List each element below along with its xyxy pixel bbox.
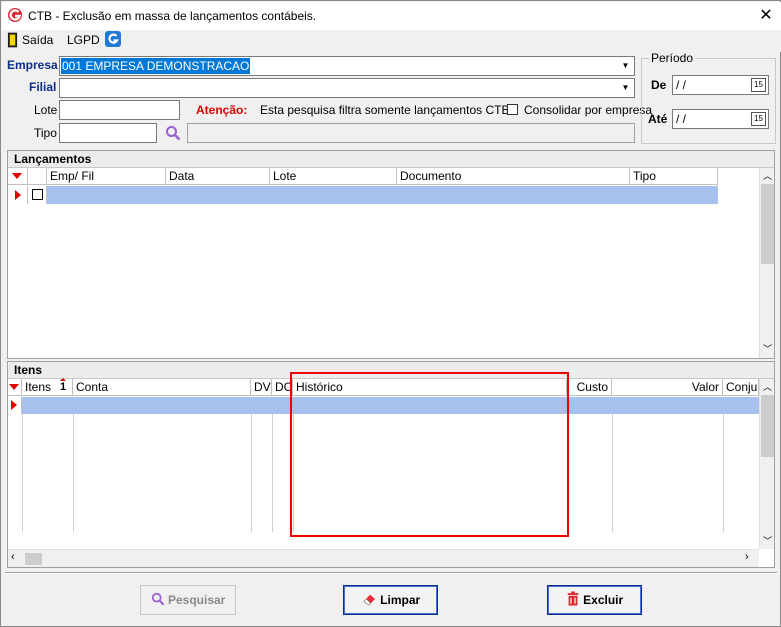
- saida-button[interactable]: Saída: [22, 33, 53, 47]
- lgpd-button[interactable]: LGPD: [67, 33, 100, 47]
- lancamentos-vertical-scrollbar[interactable]: ︿ ﹀: [759, 168, 774, 358]
- calendar-icon[interactable]: 15: [751, 78, 766, 92]
- highlight-box: [290, 372, 569, 537]
- itens-indicator-header: [8, 379, 22, 396]
- empresa-select[interactable]: 001 EMPRESA DEMONSTRACAO ▼: [59, 56, 635, 76]
- window-title: CTB - Exclusão em massa de lançamentos c…: [28, 9, 317, 23]
- main-window: CTB - Exclusão em massa de lançamentos c…: [0, 0, 781, 627]
- lancamentos-title: Lançamentos: [8, 151, 774, 168]
- table-row[interactable]: [8, 186, 718, 204]
- row-checkbox-cell: [28, 186, 47, 204]
- lancamentos-panel: Lançamentos Emp/ Fil Data Lote Documento…: [7, 150, 775, 359]
- col-header-custo[interactable]: Custo: [567, 379, 612, 396]
- ate-label: Até: [648, 112, 668, 126]
- calendar-icon[interactable]: 15: [751, 112, 766, 126]
- close-icon[interactable]: ✕: [754, 6, 778, 26]
- scroll-down-icon[interactable]: ﹀: [763, 342, 772, 355]
- current-row-arrow-icon: [11, 400, 17, 410]
- col-header-data[interactable]: Data: [166, 168, 270, 185]
- scroll-up-icon[interactable]: ︿: [763, 380, 772, 393]
- scroll-right-icon[interactable]: ›: [745, 551, 749, 563]
- current-row-arrow-icon: [15, 190, 21, 200]
- scroll-thumb[interactable]: [761, 184, 774, 264]
- atencao-label: Atenção:: [196, 103, 248, 117]
- itens-vertical-scrollbar[interactable]: ︿ ﹀: [759, 379, 774, 549]
- limpar-button[interactable]: Limpar: [343, 585, 438, 615]
- periodo-title: Período: [649, 51, 696, 65]
- col-header-emp-fil[interactable]: Emp/ Fil: [47, 168, 166, 185]
- col-header-valor[interactable]: Valor: [612, 379, 723, 396]
- scroll-up-icon[interactable]: ︿: [763, 169, 772, 182]
- exit-door-icon[interactable]: [7, 32, 18, 48]
- limpar-label: Limpar: [380, 593, 421, 607]
- title-bar: CTB - Exclusão em massa de lançamentos c…: [2, 2, 781, 30]
- search-icon[interactable]: [165, 125, 181, 141]
- tipo-label: Tipo: [34, 126, 57, 140]
- tipo-input[interactable]: [59, 123, 157, 143]
- scroll-down-icon[interactable]: ﹀: [763, 534, 772, 547]
- search-icon: [151, 592, 165, 606]
- filial-label: Filial: [29, 80, 57, 94]
- tipo-description-field: [187, 123, 635, 143]
- sort-indicator-icon: [9, 384, 19, 390]
- lgpd-logo-icon[interactable]: [105, 31, 121, 47]
- column-divider: [251, 414, 252, 532]
- excluir-label: Excluir: [583, 593, 624, 607]
- excluir-button[interactable]: Excluir: [547, 585, 642, 615]
- col-header-tipo[interactable]: Tipo: [630, 168, 718, 185]
- sort-order-badge: 1: [60, 381, 67, 393]
- col-header-documento[interactable]: Documento: [397, 168, 630, 185]
- column-divider: [22, 414, 23, 532]
- scroll-thumb[interactable]: [25, 553, 42, 565]
- trash-icon: [567, 591, 579, 606]
- itens-horizontal-scrollbar[interactable]: ‹ ›: [8, 549, 759, 567]
- scroll-left-icon[interactable]: ‹: [11, 551, 15, 563]
- scroll-thumb[interactable]: [761, 395, 774, 457]
- filial-select[interactable]: ▼: [59, 78, 635, 98]
- pesquisar-label: Pesquisar: [167, 593, 226, 607]
- column-divider: [272, 414, 273, 532]
- empresa-selected-value: 001 EMPRESA DEMONSTRACAO: [61, 58, 251, 74]
- col-header-dv[interactable]: DV: [251, 379, 272, 396]
- footer-separator: [5, 572, 777, 574]
- col-header-conta[interactable]: Conta: [73, 379, 251, 396]
- col-itens-label: Itens: [25, 380, 52, 394]
- column-divider: [723, 414, 724, 532]
- sort-up-icon: [60, 378, 66, 381]
- col-header-itens[interactable]: Itens 1: [22, 378, 73, 396]
- ate-date-input[interactable]: / / 15: [672, 109, 769, 129]
- lote-label: Lote: [34, 103, 58, 117]
- empresa-label: Empresa: [7, 58, 58, 72]
- lancamentos-indicator-header: [8, 168, 28, 185]
- de-date-input[interactable]: / / 15: [672, 75, 769, 95]
- consolidar-label: Consolidar por empresa: [524, 103, 653, 117]
- row-checkbox[interactable]: [32, 189, 43, 200]
- ate-date-value: / /: [676, 112, 687, 126]
- column-divider: [612, 414, 613, 532]
- de-date-value: / /: [676, 78, 687, 92]
- column-divider: [73, 414, 74, 532]
- atencao-text: Esta pesquisa filtra somente lançamentos…: [260, 103, 513, 117]
- consolidar-checkbox[interactable]: [507, 104, 518, 115]
- col-header-lote[interactable]: Lote: [270, 168, 397, 185]
- sort-indicator-icon: [12, 173, 22, 179]
- lote-input[interactable]: [59, 100, 180, 120]
- row-cells: [47, 186, 718, 204]
- pesquisar-button[interactable]: Pesquisar: [140, 585, 236, 615]
- lancamentos-check-header: [28, 168, 47, 185]
- col-header-conjur[interactable]: Conjur: [723, 379, 759, 396]
- chevron-down-icon[interactable]: ▼: [618, 58, 633, 74]
- lancamentos-grid: Emp/ Fil Data Lote Documento Tipo: [8, 168, 759, 358]
- app-logo-icon: [8, 8, 22, 22]
- chevron-down-icon[interactable]: ▼: [618, 80, 633, 96]
- row-indicator: [8, 397, 22, 414]
- toolbar: Saída LGPD: [2, 30, 781, 52]
- de-label: De: [651, 78, 667, 92]
- eraser-icon: [363, 594, 375, 606]
- periodo-group: [641, 58, 776, 144]
- row-indicator: [8, 186, 28, 204]
